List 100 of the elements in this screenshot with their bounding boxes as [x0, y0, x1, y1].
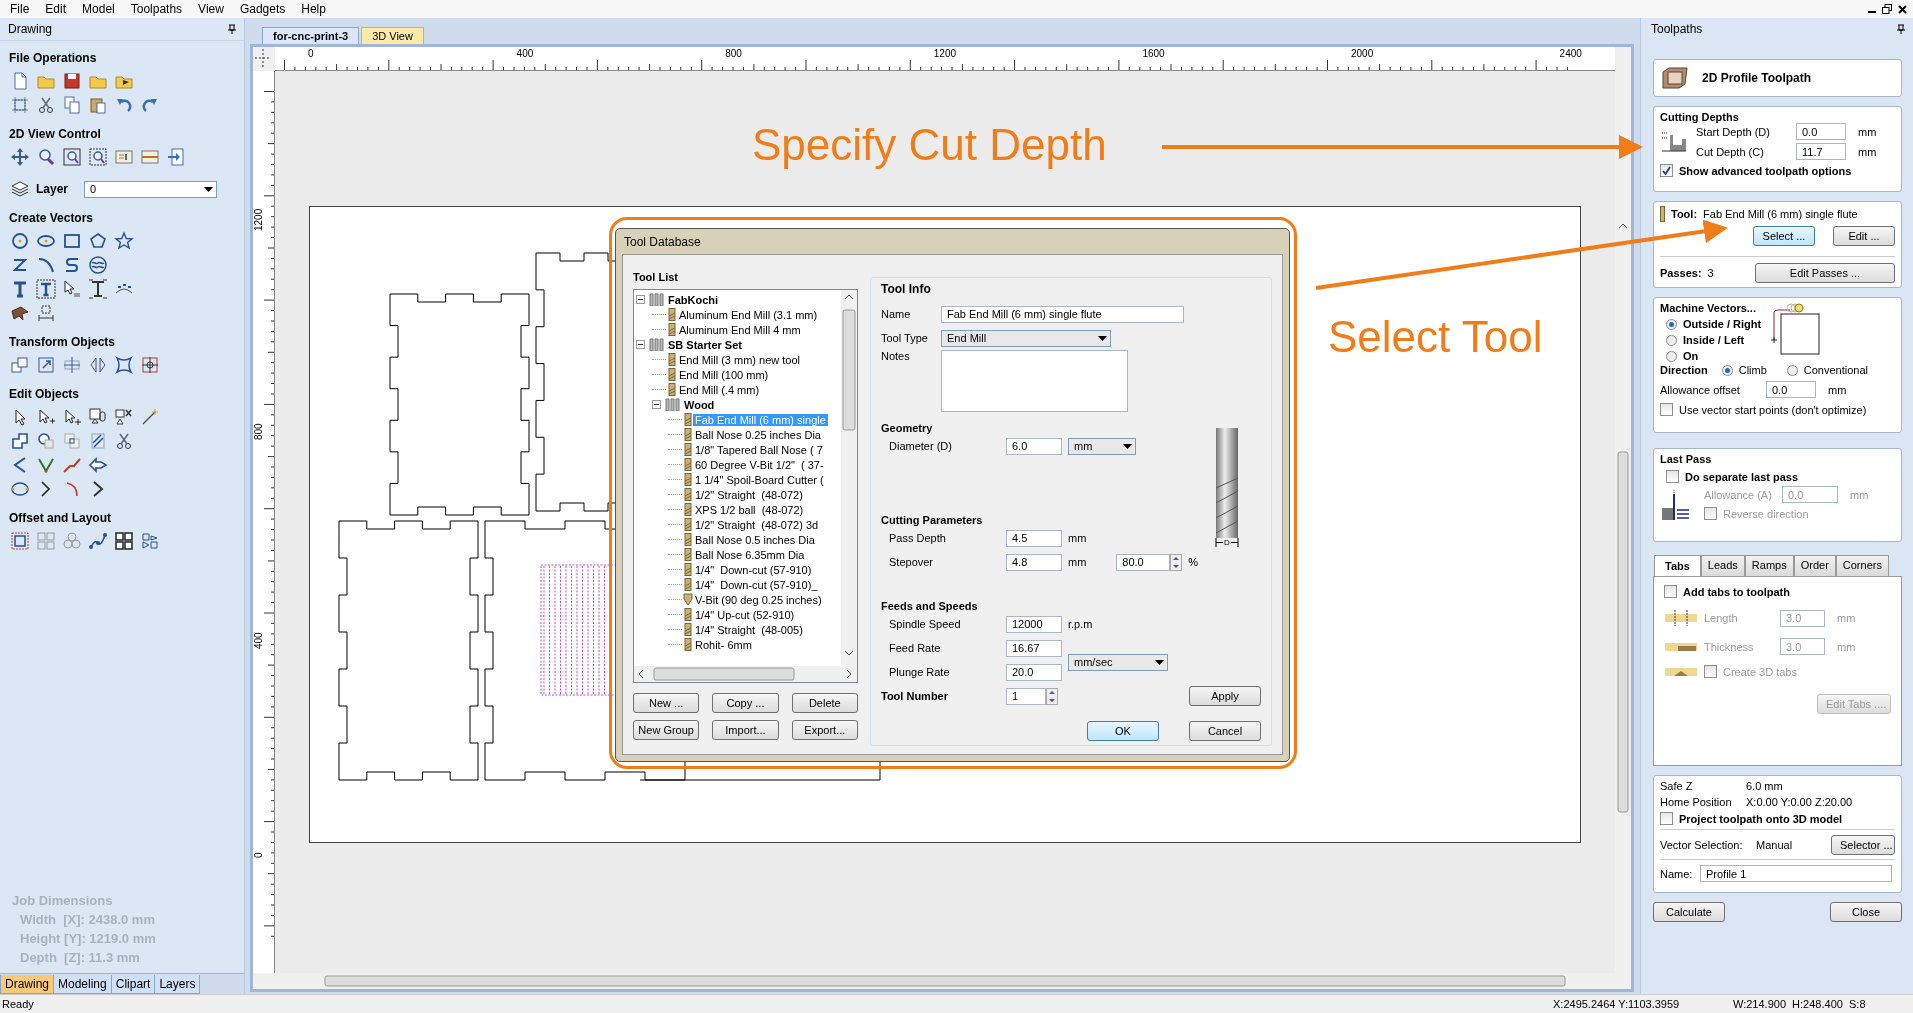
- node-pointer-icon[interactable]: [36, 407, 56, 427]
- offset-square-icon[interactable]: [10, 531, 30, 551]
- panel-tab[interactable]: Modeling: [53, 975, 112, 994]
- tree-item[interactable]: V-Bit (90 deg 0.25 inches): [693, 593, 824, 606]
- save-icon[interactable]: [62, 71, 82, 91]
- nest-icon[interactable]: [140, 531, 160, 551]
- expander-icon[interactable]: [652, 400, 664, 409]
- tree-item[interactable]: 1/8" Tapered Ball Nose ( 7: [693, 443, 825, 456]
- zoom-selection-icon[interactable]: [88, 147, 108, 167]
- move-arrows-icon[interactable]: [10, 147, 30, 167]
- tree-item[interactable]: FabKochi: [666, 293, 721, 306]
- arrow-outline-icon[interactable]: [88, 455, 108, 475]
- radio-button[interactable]: [1786, 364, 1798, 376]
- radio-button[interactable]: [1666, 334, 1677, 346]
- document-tab[interactable]: 3D View: [361, 27, 424, 44]
- tree-item[interactable]: 1/4" Down-cut (57-910)_: [693, 578, 820, 591]
- unit-dropdown[interactable]: mm: [1068, 437, 1136, 455]
- input-field[interactable]: 20.0: [1006, 663, 1062, 681]
- circle-icon[interactable]: [10, 231, 30, 251]
- array-icon[interactable]: [114, 531, 134, 551]
- panel-tab[interactable]: Clipart: [110, 975, 156, 994]
- tree-item[interactable]: 1/4" Down-cut (57-910): [693, 563, 814, 576]
- input-field[interactable]: 11.7: [1796, 143, 1846, 160]
- tree-item[interactable]: Rohit- 6mm: [693, 638, 754, 651]
- zoom-box-icon[interactable]: [62, 147, 82, 167]
- input-field[interactable]: 16.67: [1006, 639, 1062, 657]
- radio-button[interactable]: [1666, 350, 1677, 362]
- ungroup-icon[interactable]: [114, 407, 134, 427]
- tab[interactable]: Ramps: [1744, 555, 1794, 576]
- paste-icon[interactable]: [88, 95, 108, 115]
- weld-icon[interactable]: [10, 431, 30, 451]
- tree-item[interactable]: 1/2" Straight (48-072) 3d: [693, 518, 821, 531]
- menu-item[interactable]: Help: [293, 2, 334, 16]
- input-field[interactable]: 1: [1006, 687, 1046, 705]
- text-box-icon[interactable]: [36, 279, 56, 299]
- spin-buttons-icon[interactable]: [1046, 687, 1058, 705]
- tree-item[interactable]: 1/4" Straight (48-005): [693, 623, 805, 636]
- move-pointer-icon[interactable]: [62, 407, 82, 427]
- tree-item[interactable]: 1/4" Up-cut (52-910): [693, 608, 797, 621]
- edit-button[interactable]: Edit ...: [1833, 226, 1895, 246]
- overlap-squares-icon[interactable]: [10, 355, 30, 375]
- checkbox[interactable]: [1660, 403, 1673, 416]
- input-field[interactable]: 4.5: [1006, 529, 1062, 547]
- rate-unit-dropdown[interactable]: mm/sec: [1068, 653, 1168, 671]
- panel-button[interactable]: Calculate: [1653, 902, 1725, 922]
- panel-button[interactable]: Close: [1830, 902, 1902, 922]
- tree-item[interactable]: Ball Nose 6.35mm Dia: [693, 548, 807, 561]
- cut-icon[interactable]: [36, 95, 56, 115]
- dialog-button[interactable]: Cancel: [1189, 721, 1261, 741]
- layer-dropdown[interactable]: 0: [84, 180, 218, 198]
- zoom-icon[interactable]: [36, 147, 56, 167]
- tree-item[interactable]: End Mill (.4 mm): [677, 383, 762, 396]
- tree-item[interactable]: 1 1/4" Spoil-Board Cutter (: [693, 473, 826, 486]
- rectangle-icon[interactable]: [62, 231, 82, 251]
- input-field[interactable]: 6.0: [1006, 437, 1062, 455]
- curve-icon[interactable]: [36, 255, 56, 275]
- document-tab[interactable]: for-cnc-print-3: [262, 27, 360, 44]
- percent-field[interactable]: 80.0: [1116, 553, 1171, 571]
- menu-item[interactable]: View: [190, 2, 232, 16]
- subtract-icon[interactable]: [36, 431, 56, 451]
- tab[interactable]: Corners: [1835, 555, 1889, 576]
- tree-item[interactable]: SB Starter Set: [666, 338, 744, 351]
- frame-icon[interactable]: [10, 95, 30, 115]
- wand-icon[interactable]: [140, 407, 160, 427]
- center-target-icon[interactable]: [140, 355, 160, 375]
- tab[interactable]: Tabs: [1654, 555, 1701, 576]
- select-button[interactable]: Select ...: [1753, 226, 1815, 246]
- checkbox[interactable]: [1660, 812, 1673, 825]
- list-button[interactable]: New ...: [633, 693, 700, 713]
- expander-icon[interactable]: [636, 295, 648, 304]
- scissors-icon[interactable]: [114, 431, 134, 451]
- list-button[interactable]: New Group: [633, 720, 700, 740]
- tree-item[interactable]: Ball Nose 0.5 inches Dia: [693, 533, 817, 546]
- distort-icon[interactable]: [114, 355, 134, 375]
- pentagon-icon[interactable]: [88, 231, 108, 251]
- list-button[interactable]: Export...: [791, 720, 858, 740]
- shape-icon[interactable]: [10, 303, 30, 323]
- dimension-icon[interactable]: [36, 303, 56, 323]
- tree-item[interactable]: 1/2" Straight (48-072): [693, 488, 805, 501]
- panel-tab[interactable]: Drawing: [0, 975, 54, 994]
- pin-icon[interactable]: [1897, 24, 1905, 34]
- tree-item[interactable]: Aluminum End Mill (3.1 mm): [677, 308, 820, 321]
- input-field[interactable]: 4.8: [1006, 553, 1062, 571]
- dialog-button[interactable]: OK: [1087, 721, 1159, 741]
- radio-button[interactable]: [1721, 364, 1733, 376]
- restore-icon[interactable]: [1882, 4, 1892, 14]
- tab[interactable]: Order: [1793, 555, 1836, 576]
- node-ellipse-icon[interactable]: [10, 479, 30, 499]
- node-line-icon[interactable]: [88, 531, 108, 551]
- tree-item[interactable]: End Mill (3 mm) new tool: [677, 353, 803, 366]
- pointer-text-icon[interactable]: [62, 279, 82, 299]
- expander-icon[interactable]: [636, 340, 648, 349]
- input-field[interactable]: 12000: [1006, 615, 1062, 633]
- tree-item[interactable]: 60 Degree V-Bit 1/2" ( 37-: [693, 458, 826, 471]
- tree-item[interactable]: End Mill (100 mm): [677, 368, 771, 381]
- exit-arrow-icon[interactable]: [166, 147, 186, 167]
- input-field[interactable]: 0.0: [1766, 381, 1816, 398]
- scale-box-icon[interactable]: [36, 355, 56, 375]
- menu-item[interactable]: Gadgets: [231, 2, 294, 16]
- menu-item[interactable]: File: [2, 2, 38, 16]
